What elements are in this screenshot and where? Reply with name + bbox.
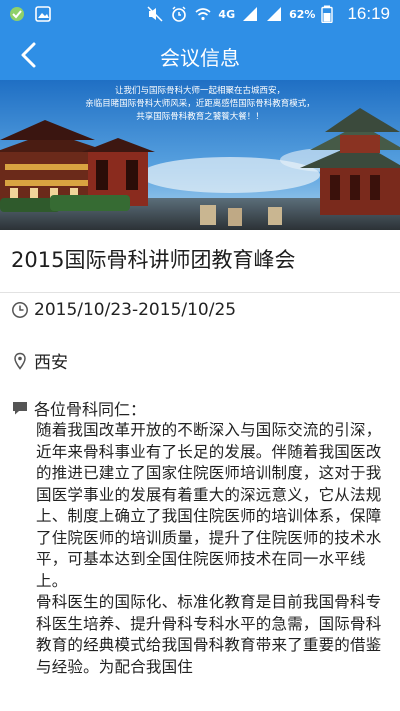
- signal-icon-2: [265, 5, 283, 23]
- description-header: 各位骨科同仁：: [11, 396, 389, 420]
- battery-percent: 62%: [289, 7, 316, 21]
- description-body: 随着我国改革开放的不断深入与国际交流的引深，近年来骨科事业有了长足的发展。伴随着…: [11, 420, 389, 678]
- status-right: 4G 62% 16:19: [146, 4, 390, 24]
- network-type: 4G: [218, 7, 236, 21]
- gallery-icon: [34, 5, 52, 23]
- app-header: 会议信息: [0, 30, 400, 80]
- banner-line: 共享国际骨科教育之饕餮大餐！！: [136, 112, 264, 122]
- event-title: 2015国际骨科讲师团教育峰会: [11, 248, 296, 272]
- location-pin-icon: [11, 352, 29, 370]
- status-left: [8, 5, 52, 23]
- greeting: 各位骨科同仁：: [34, 400, 147, 419]
- mute-icon: [146, 5, 164, 23]
- page-title: 会议信息: [160, 46, 240, 70]
- event-location: 西安: [34, 353, 68, 373]
- divider: [0, 292, 400, 293]
- signal-icon: [241, 5, 259, 23]
- banner-line: 亲临目睹国际骨科大师风采，近距离感悟国际骨科教育模式，: [85, 99, 315, 109]
- clock-time: 16:19: [347, 4, 390, 23]
- battery-icon: [321, 5, 339, 24]
- wifi-icon: [194, 5, 212, 23]
- status-bar: 4G 62% 16:19: [0, 0, 400, 30]
- message-icon: [11, 399, 29, 417]
- alarm-icon: [170, 5, 188, 23]
- description-paragraph: 随着我国改革开放的不断深入与国际交流的引深，近年来骨科事业有了长足的发展。伴随着…: [36, 421, 382, 590]
- banner-line: 让我们与国际骨科大师一起相聚在古城西安，: [114, 86, 285, 96]
- event-description: 各位骨科同仁： 随着我国改革开放的不断深入与国际交流的引深，近年来骨科事业有了长…: [11, 396, 389, 678]
- event-banner: 让我们与国际骨科大师一起相聚在古城西安， 亲临目睹国际骨科大师风采，近距离感悟国…: [0, 80, 400, 230]
- event-location-row: 西安: [11, 348, 68, 373]
- app-notification-icon: [8, 5, 26, 23]
- event-date-row: 2015/10/23-2015/10/25: [11, 300, 236, 320]
- event-date: 2015/10/23-2015/10/25: [34, 300, 237, 320]
- description-paragraph: 骨科医生的国际化、标准化教育是目前我国骨科专科医生培养、提升骨科专科水平的急需，…: [36, 593, 382, 676]
- clock-icon: [11, 301, 29, 319]
- banner-caption: 让我们与国际骨科大师一起相聚在古城西安， 亲临目睹国际骨科大师风采，近距离感悟国…: [60, 85, 340, 124]
